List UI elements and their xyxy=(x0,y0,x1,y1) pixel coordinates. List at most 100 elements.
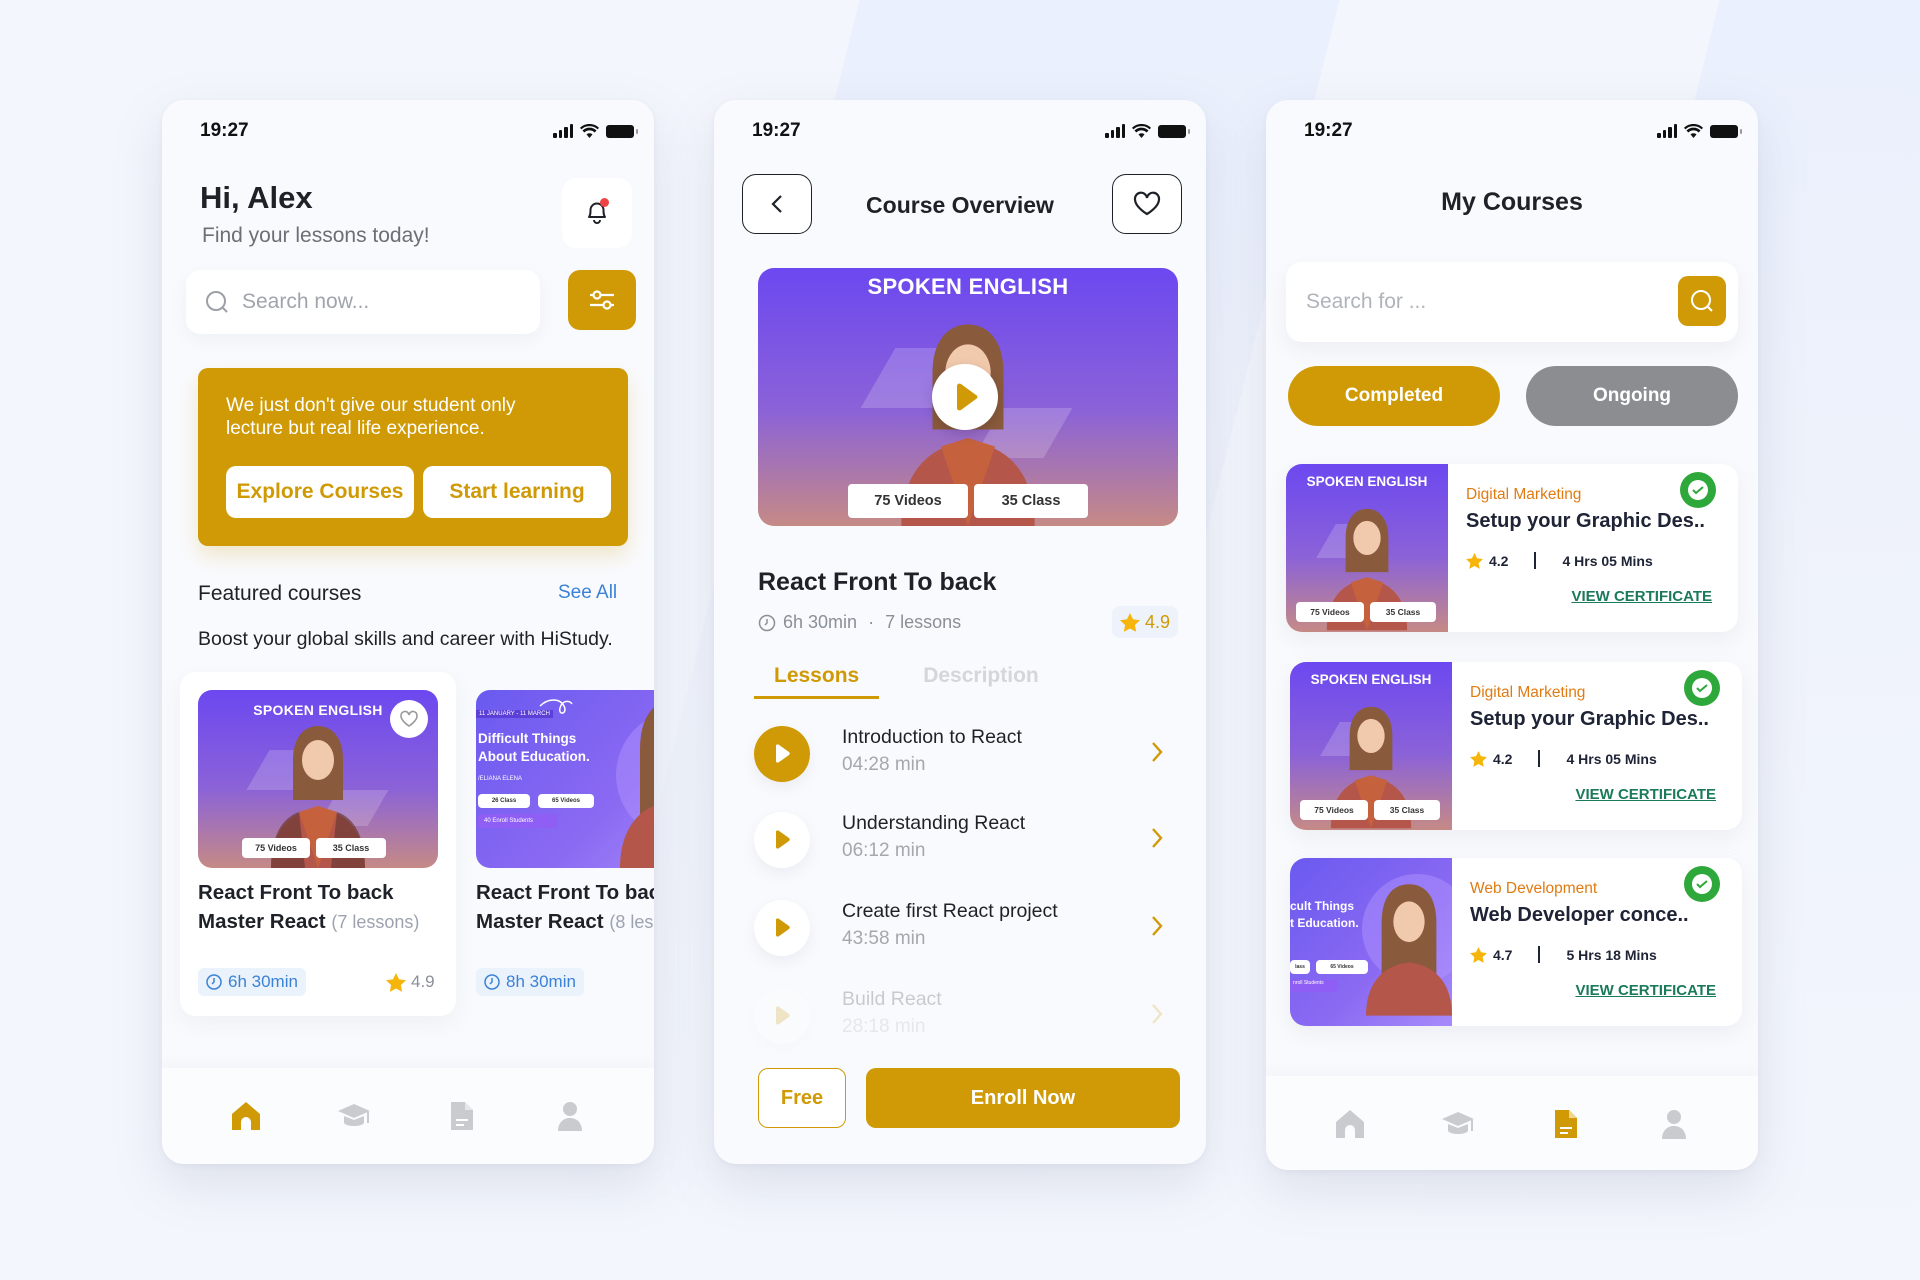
tab-profile[interactable] xyxy=(1649,1099,1699,1149)
lesson-row[interactable]: Build React 28:18 min xyxy=(754,982,1174,1052)
star-icon xyxy=(1470,750,1487,767)
course-category: Digital Marketing xyxy=(1470,684,1586,701)
user-icon xyxy=(558,1102,582,1131)
cellular-signal-icon xyxy=(1657,124,1677,138)
status-time: 19:27 xyxy=(752,120,801,141)
course-thumbnail: SPOKEN ENGLISH 75 Videos 35 Class xyxy=(198,690,438,868)
course-category: Web Development xyxy=(1470,880,1598,897)
search-input[interactable] xyxy=(1306,290,1536,314)
lesson-duration: 28:18 min xyxy=(842,1016,926,1037)
tab-documents[interactable] xyxy=(1541,1099,1591,1149)
course-duration: 4 Hrs 05 Mins xyxy=(1562,552,1653,569)
tab-profile[interactable] xyxy=(545,1091,595,1141)
student-photo-icon xyxy=(1366,884,1452,1016)
course-stats: 4.7 5 Hrs 18 Mins xyxy=(1470,946,1657,963)
see-all-link[interactable]: See All xyxy=(558,582,617,604)
course-thumbnail: 11 JANUARY - 11 MARCH Difficult Things A… xyxy=(476,690,654,868)
class-badge: lass xyxy=(1290,960,1310,974)
lesson-row[interactable]: Understanding React 06:12 min xyxy=(754,806,1174,876)
view-certificate-link[interactable]: VIEW CERTIFICATE xyxy=(1575,786,1716,803)
course-duration: 6h 30min xyxy=(783,612,858,632)
view-certificate-link[interactable]: VIEW CERTIFICATE xyxy=(1571,588,1712,605)
lessons-count: (7 lessons) xyxy=(331,912,420,932)
star-icon xyxy=(1120,612,1140,632)
play-icon xyxy=(776,744,790,763)
stats-divider xyxy=(1538,946,1541,963)
clock-icon xyxy=(758,614,776,631)
course-hero-video[interactable]: SPOKEN ENGLISH 75 Videos 35 Class xyxy=(758,268,1178,526)
thumbnail-title: SPOKEN ENGLISH xyxy=(1306,474,1428,489)
view-certificate-link[interactable]: VIEW CERTIFICATE xyxy=(1575,982,1716,999)
explore-courses-button[interactable]: Explore Courses xyxy=(226,466,414,518)
tab-courses[interactable] xyxy=(1433,1099,1483,1149)
tab-home[interactable] xyxy=(1325,1099,1375,1149)
tab-lessons[interactable]: Lessons xyxy=(754,664,880,699)
segment-ongoing[interactable]: Ongoing xyxy=(1526,366,1738,426)
course-title: Web Developer conce.. xyxy=(1470,904,1689,926)
play-icon xyxy=(776,830,790,849)
tab-courses[interactable] xyxy=(329,1091,379,1141)
favorite-button[interactable] xyxy=(1112,174,1182,234)
status-time: 19:27 xyxy=(200,120,249,141)
home-icon xyxy=(232,1102,260,1130)
free-button[interactable]: Free xyxy=(758,1068,846,1128)
search-button[interactable] xyxy=(1678,276,1726,326)
class-badge: 35 Class xyxy=(1370,602,1436,622)
lesson-play-button[interactable] xyxy=(754,726,810,782)
my-course-card[interactable]: cult Things t Education. lass 65 Videos nrol… xyxy=(1290,858,1742,1026)
featured-course-card[interactable]: SPOKEN ENGLISH 75 Videos 35 Class React … xyxy=(180,672,456,1016)
play-icon xyxy=(957,383,978,411)
lesson-name: Understanding React xyxy=(842,812,1026,834)
course-overview-screen: 19:27 Course Overview SPOKEN ENGLISH 75 … xyxy=(714,100,1206,1164)
status-bar: 19:27 xyxy=(714,120,1206,150)
clock-icon xyxy=(206,974,222,990)
clock-icon xyxy=(484,974,500,990)
play-button[interactable] xyxy=(932,364,998,430)
battery-icon xyxy=(606,124,638,138)
tab-documents[interactable] xyxy=(437,1091,487,1141)
graduation-cap-icon xyxy=(338,1104,370,1126)
course-thumbnail: SPOKEN ENGLISH 75 Videos 35 Class xyxy=(1286,464,1448,632)
content-tabs: Lessons Description xyxy=(754,664,1059,699)
thumbnail-title: cult Things t Education. xyxy=(1290,899,1359,930)
lesson-row[interactable]: Introduction to React 04:28 min xyxy=(754,720,1174,790)
filter-button[interactable] xyxy=(568,270,636,330)
videos-badge: 75 Videos xyxy=(848,484,968,518)
search-input[interactable] xyxy=(242,290,472,314)
class-badge: 35 Class xyxy=(1374,800,1440,820)
completed-check-icon xyxy=(1680,472,1716,508)
segment-completed[interactable]: Completed xyxy=(1288,366,1500,426)
course-title: React Front To back xyxy=(758,568,997,596)
chevron-right-icon xyxy=(1152,742,1163,762)
search-icon xyxy=(1691,290,1713,312)
lesson-play-button[interactable] xyxy=(754,900,810,956)
status-bar: 19:27 xyxy=(162,120,654,150)
enroll-now-button[interactable]: Enroll Now xyxy=(866,1068,1180,1128)
my-course-card[interactable]: SPOKEN ENGLISH 75 Videos 35 Class Digital M… xyxy=(1290,662,1742,830)
lesson-name: Create first React project xyxy=(842,900,1058,922)
course-duration: 5 Hrs 18 Mins xyxy=(1566,946,1657,963)
start-learning-button[interactable]: Start learning xyxy=(423,466,611,518)
thumbnail-title: SPOKEN ENGLISH xyxy=(1310,672,1432,687)
search-icon xyxy=(206,291,228,313)
tab-home[interactable] xyxy=(221,1091,271,1141)
battery-icon xyxy=(1710,124,1742,138)
lesson-play-button[interactable] xyxy=(754,812,810,868)
thumbnail-author: /ELIANA ELENA xyxy=(478,776,523,782)
lesson-row[interactable]: Create first React project 43:58 min xyxy=(754,894,1174,964)
featured-courses-title: Featured courses xyxy=(198,582,362,605)
videos-badge: 75 Videos xyxy=(1300,800,1368,820)
notification-button[interactable] xyxy=(562,178,632,248)
lesson-play-button[interactable] xyxy=(754,988,810,1044)
favorite-button[interactable] xyxy=(390,700,428,738)
rating-chip: 4.9 xyxy=(1112,606,1179,638)
rating: 4.9 xyxy=(386,972,435,992)
course-title: Setup your Graphic Des.. xyxy=(1466,510,1705,532)
tab-description[interactable]: Description xyxy=(903,664,1059,699)
my-course-card[interactable]: SPOKEN ENGLISH 75 Videos 35 Class Digital M… xyxy=(1286,464,1738,632)
status-time: 19:27 xyxy=(1304,120,1353,141)
play-icon xyxy=(776,918,790,937)
play-icon xyxy=(776,1006,790,1025)
videos-badge: 65 Videos xyxy=(1316,960,1368,974)
featured-course-card[interactable]: 11 JANUARY - 11 MARCH Difficult Things A… xyxy=(476,672,654,1016)
